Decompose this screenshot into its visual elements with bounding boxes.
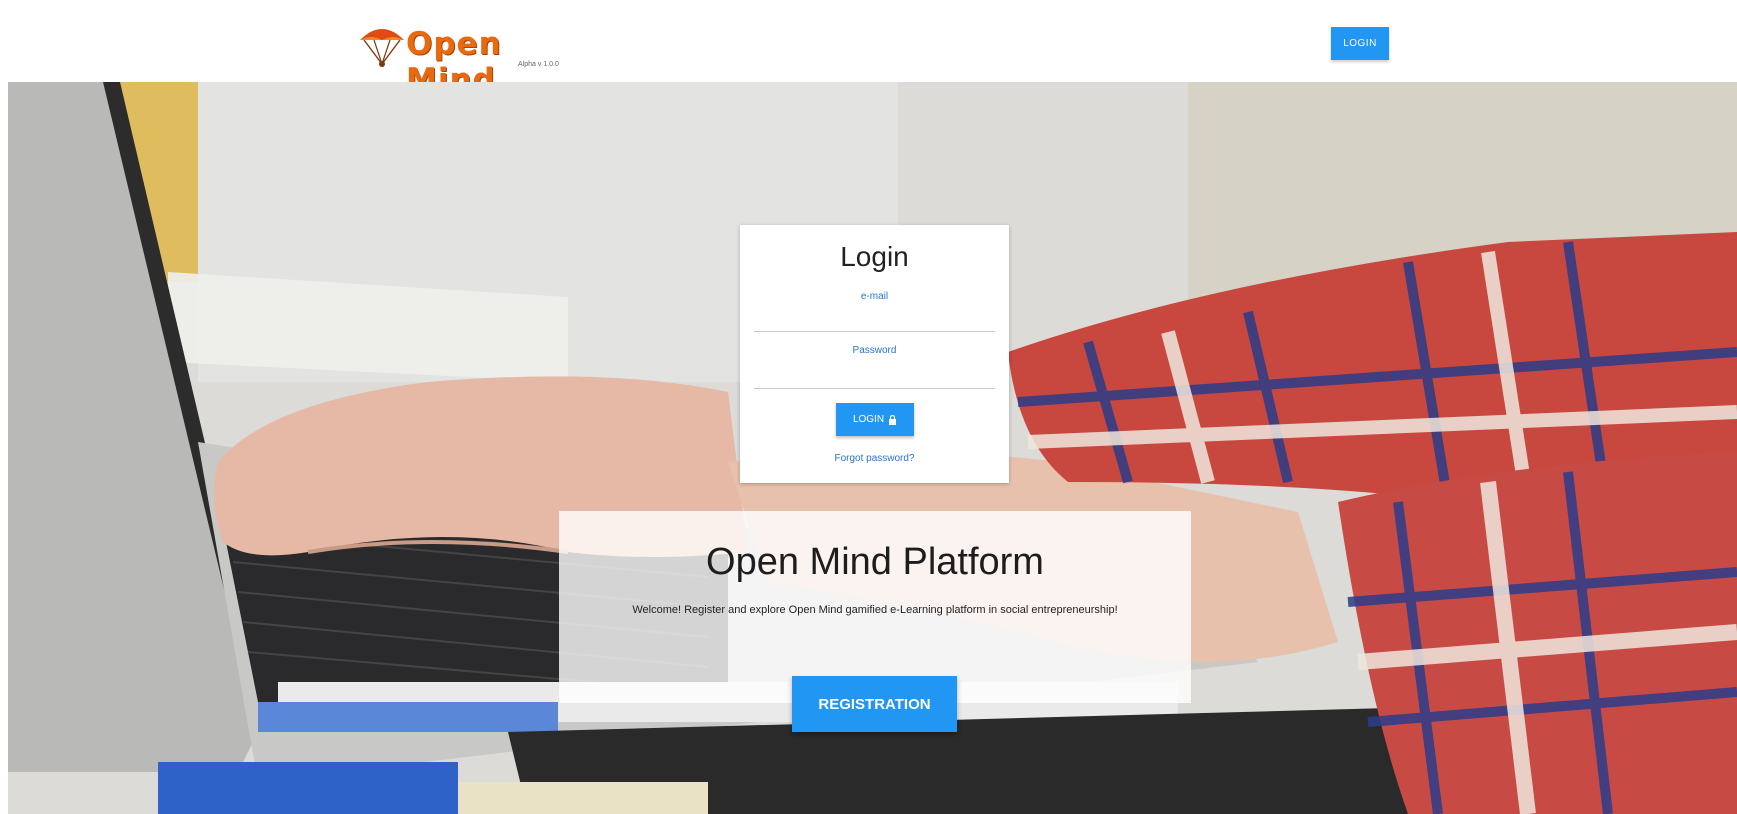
brand-tagline: Alpha v 1.0.0 <box>518 61 559 68</box>
login-button[interactable]: LOGIN <box>836 403 914 436</box>
top-bar: Open Mind Alpha v 1.0.0 LOGIN <box>0 0 1737 98</box>
email-field-label: e-mail <box>860 291 889 302</box>
registration-button[interactable]: REGISTRATION <box>792 676 957 732</box>
platform-description: Welcome! Register and explore Open Mind … <box>632 604 1118 616</box>
email-field[interactable] <box>754 331 995 332</box>
logo[interactable]: Open Mind Alpha v 1.0.0 <box>358 22 588 98</box>
forgot-password-link[interactable]: Forgot password? <box>740 453 1009 464</box>
login-card: Login e-mail Password LOGIN Forgot passw… <box>740 225 1009 483</box>
parachute-icon <box>360 29 404 67</box>
platform-title: Open Mind Platform <box>706 541 1044 583</box>
login-title: Login <box>840 241 909 272</box>
platform-intro-panel: Open Mind Platform Welcome! Register and… <box>559 511 1191 703</box>
login-button-label: LOGIN <box>852 414 885 425</box>
password-field[interactable] <box>754 388 995 389</box>
header-login-button[interactable]: LOGIN <box>1331 27 1389 60</box>
lock-icon <box>889 414 897 425</box>
password-field-label: Password <box>852 345 897 356</box>
